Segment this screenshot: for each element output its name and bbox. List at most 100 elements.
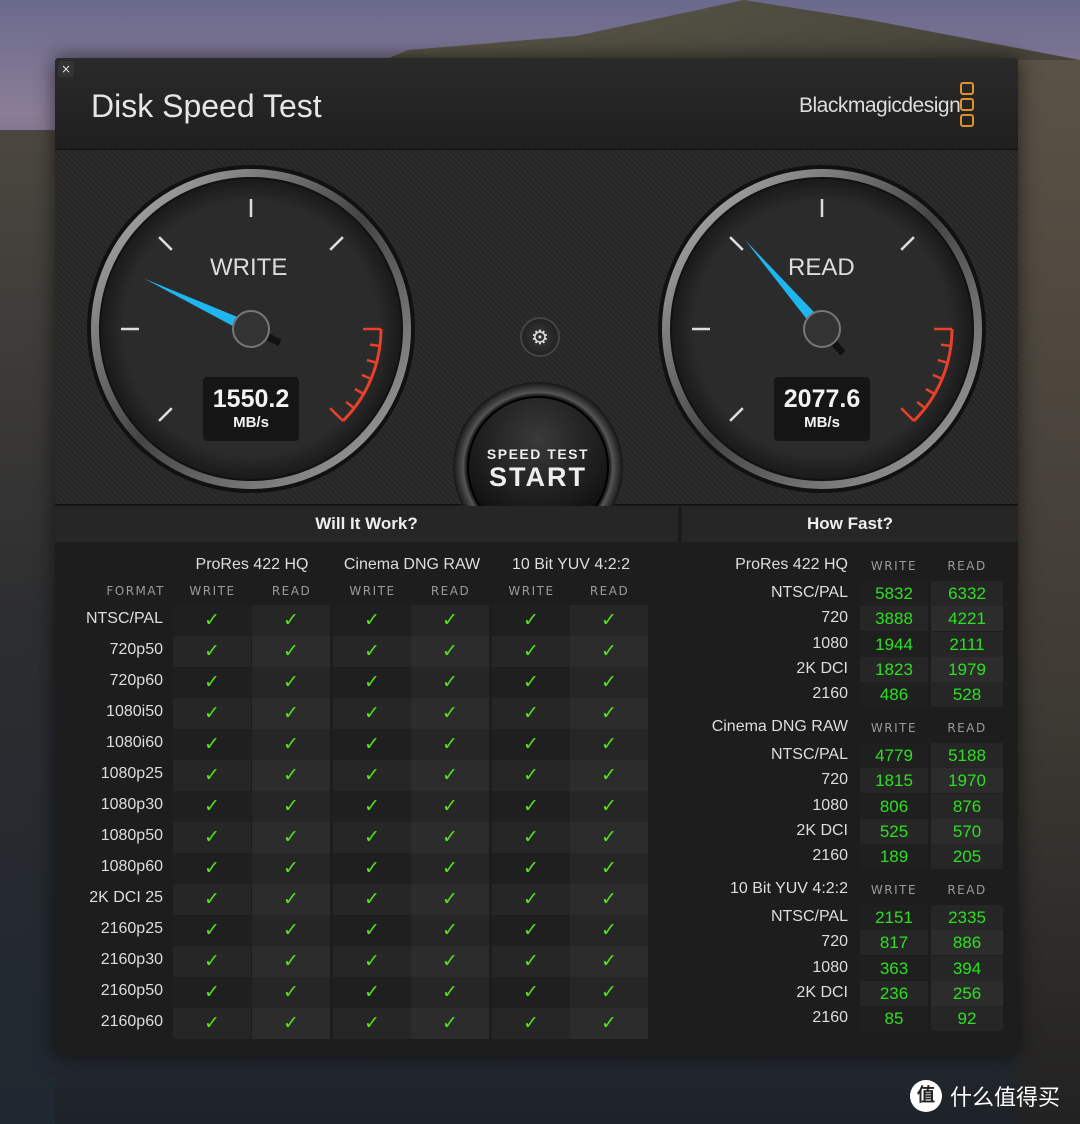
gauge-needle-hub xyxy=(232,310,270,348)
check-icon: ✓ xyxy=(173,915,251,946)
speed-section-title: 10 Bit YUV 4:2:2 xyxy=(730,880,848,897)
check-icon: ✓ xyxy=(411,791,489,822)
read-fps-value: 205 xyxy=(931,844,1003,870)
read-column-header: READ xyxy=(947,721,987,735)
check-icon: ✓ xyxy=(492,884,570,915)
check-icon: ✓ xyxy=(333,977,411,1008)
read-fps-value: 2335 xyxy=(931,905,1003,930)
check-icon: ✓ xyxy=(252,698,330,729)
gauge-redline-tick xyxy=(369,343,381,348)
check-icon: ✓ xyxy=(333,822,411,853)
subcolumn-header: WRITE xyxy=(349,584,396,598)
background-cliff-right xyxy=(1018,60,1080,1124)
check-icon: ✓ xyxy=(411,667,489,698)
check-icon: ✓ xyxy=(570,791,648,822)
resolution-label: 2K DCI xyxy=(796,821,848,839)
write-fps-value: 189 xyxy=(860,844,928,870)
check-icon: ✓ xyxy=(570,1008,648,1039)
disk-speed-test-window: Disk Speed Test Blackmagicdesign × WRITE… xyxy=(55,58,1018,1055)
start-button-caption: SPEED TEST xyxy=(486,446,590,462)
format-label: 1080p50 xyxy=(100,827,163,844)
read-speed-unit: MB/s xyxy=(804,414,840,431)
check-icon: ✓ xyxy=(492,729,570,760)
format-label: 1080i60 xyxy=(106,734,163,751)
read-column-header: READ xyxy=(947,883,987,897)
check-icon: ✓ xyxy=(333,698,411,729)
resolution-label: 2K DCI xyxy=(796,983,848,1001)
write-fps-value: 363 xyxy=(860,955,928,981)
format-label: 2K DCI 25 xyxy=(89,889,163,906)
check-icon: ✓ xyxy=(570,822,648,853)
resolution-label: 720 xyxy=(821,771,848,789)
check-icon: ✓ xyxy=(333,791,411,822)
check-icon: ✓ xyxy=(411,760,489,791)
check-icon: ✓ xyxy=(173,636,251,667)
check-icon: ✓ xyxy=(492,1008,570,1039)
resolution-label: NTSC/PAL xyxy=(770,584,848,601)
check-icon: ✓ xyxy=(570,605,648,636)
gauge-needle-hub xyxy=(803,310,841,348)
check-icon: ✓ xyxy=(173,760,251,791)
format-label: 720p50 xyxy=(109,641,163,658)
check-icon: ✓ xyxy=(252,667,330,698)
read-gauge-label: READ xyxy=(788,254,855,281)
check-icon: ✓ xyxy=(173,822,251,853)
write-fps-value: 3888 xyxy=(860,606,928,632)
resolution-label: NTSC/PAL xyxy=(770,746,848,763)
check-icon: ✓ xyxy=(173,884,251,915)
format-label: 2160p60 xyxy=(100,1013,163,1030)
brand-name: Blackmagicdesign xyxy=(799,94,961,117)
check-icon: ✓ xyxy=(570,636,648,667)
check-icon: ✓ xyxy=(492,822,570,853)
check-icon: ✓ xyxy=(492,977,570,1008)
format-label: 1080p25 xyxy=(100,765,163,782)
close-icon[interactable]: × xyxy=(58,61,74,77)
start-button-label: START xyxy=(489,462,587,492)
read-column-header: READ xyxy=(947,559,987,573)
check-icon: ✓ xyxy=(252,915,330,946)
check-icon: ✓ xyxy=(173,698,251,729)
app-title: Disk Speed Test xyxy=(91,88,322,124)
gear-icon[interactable]: ⚙ xyxy=(520,317,560,357)
speed-section-title: ProRes 422 HQ xyxy=(735,556,848,573)
check-icon: ✓ xyxy=(173,729,251,760)
read-fps-value: 256 xyxy=(931,980,1003,1006)
check-icon: ✓ xyxy=(570,915,648,946)
write-speed-readout: 1550.2 MB/s xyxy=(203,377,299,441)
check-icon: ✓ xyxy=(252,636,330,667)
check-icon: ✓ xyxy=(252,884,330,915)
check-icon: ✓ xyxy=(252,605,330,636)
resolution-label: 1080 xyxy=(812,958,848,976)
check-icon: ✓ xyxy=(492,698,570,729)
read-fps-value: 4221 xyxy=(931,606,1003,632)
check-icon: ✓ xyxy=(492,915,570,946)
check-icon: ✓ xyxy=(411,636,489,667)
check-icon: ✓ xyxy=(570,667,648,698)
write-gauge: WRITE 1550.2 MB/s xyxy=(84,162,418,496)
write-column-header: WRITE xyxy=(870,883,918,897)
subcolumn-header: READ xyxy=(430,584,471,598)
check-icon: ✓ xyxy=(173,946,251,977)
speed-section-title: Cinema DNG RAW xyxy=(711,718,848,735)
check-icon: ✓ xyxy=(173,605,251,636)
check-icon: ✓ xyxy=(411,822,489,853)
check-icon: ✓ xyxy=(252,977,330,1008)
check-icon: ✓ xyxy=(492,946,570,977)
watermark-text: 什么值得买 xyxy=(950,1086,1061,1111)
check-icon: ✓ xyxy=(411,605,489,636)
format-label: 1080i50 xyxy=(106,703,163,720)
check-icon: ✓ xyxy=(252,1008,330,1039)
check-icon: ✓ xyxy=(252,822,330,853)
check-icon: ✓ xyxy=(411,977,489,1008)
will-it-work-panel: Will It Work? ProRes 422 HQ Cinema DNG RA… xyxy=(55,506,678,1055)
format-label: 2160p25 xyxy=(100,920,163,937)
resolution-label: 2160 xyxy=(812,685,848,703)
read-fps-value: 570 xyxy=(931,818,1003,844)
check-icon: ✓ xyxy=(411,698,489,729)
watermark-logo: 值 xyxy=(910,1080,942,1112)
check-icon: ✓ xyxy=(252,946,330,977)
write-gauge-dial xyxy=(87,165,415,493)
check-icon: ✓ xyxy=(411,1008,489,1039)
write-fps-value: 85 xyxy=(860,1006,928,1032)
check-icon: ✓ xyxy=(333,667,411,698)
